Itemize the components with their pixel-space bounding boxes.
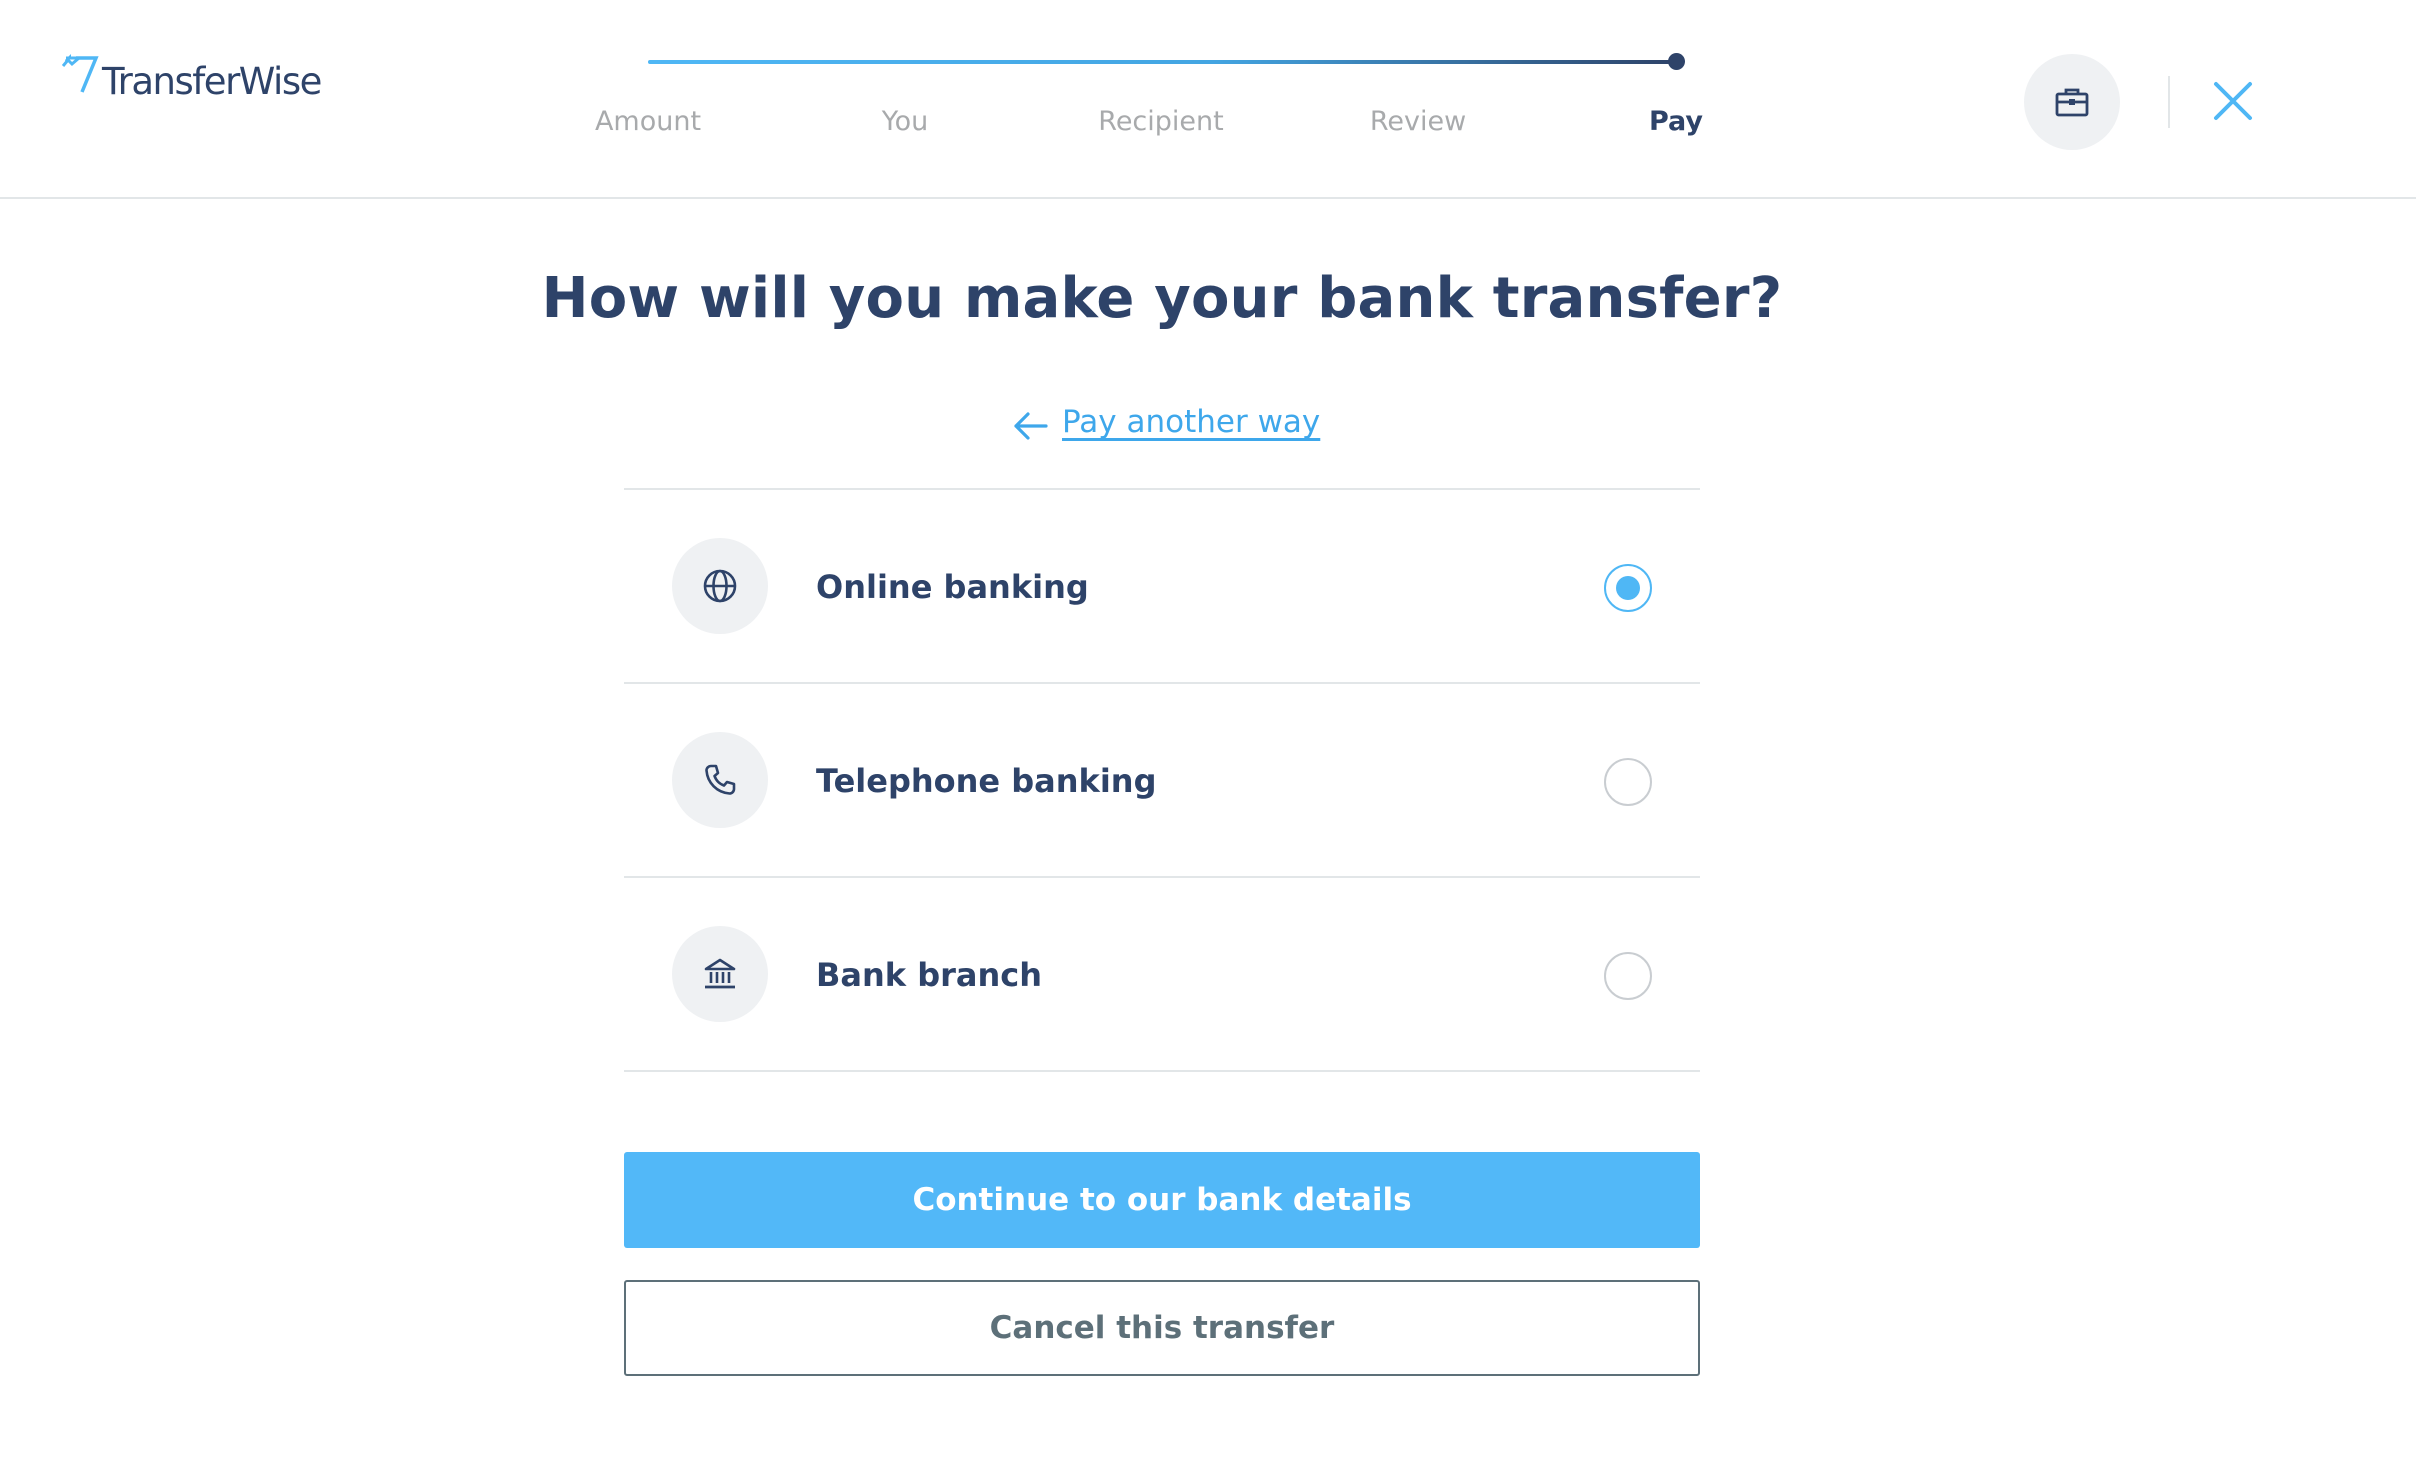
step-you[interactable]: You bbox=[805, 106, 1005, 137]
pay-another-way-link[interactable]: Pay another way bbox=[1012, 398, 1320, 446]
bank-icon bbox=[704, 958, 736, 989]
stepper-current-dot bbox=[1668, 53, 1685, 70]
option-label: Telephone banking bbox=[816, 762, 1157, 800]
radio-online-banking[interactable] bbox=[1604, 564, 1652, 612]
option-online-banking[interactable]: Online banking bbox=[624, 490, 1700, 684]
option-label: Bank branch bbox=[816, 956, 1042, 994]
step-review[interactable]: Review bbox=[1318, 106, 1518, 137]
arrow-left-icon bbox=[1014, 412, 1048, 440]
radio-telephone-banking[interactable] bbox=[1604, 758, 1652, 806]
stepper-progress-track bbox=[648, 60, 1674, 64]
option-icon-circle bbox=[672, 926, 768, 1022]
step-recipient[interactable]: Recipient bbox=[1061, 106, 1261, 137]
brand-name: TransferWise bbox=[102, 60, 322, 103]
option-icon-circle bbox=[672, 732, 768, 828]
close-icon bbox=[2214, 82, 2252, 120]
radio-bank-branch[interactable] bbox=[1604, 952, 1652, 1000]
cancel-transfer-button[interactable]: Cancel this transfer bbox=[624, 1280, 1700, 1376]
pay-another-way-text[interactable]: Pay another way bbox=[1062, 404, 1320, 440]
phone-icon bbox=[705, 764, 736, 795]
option-telephone-banking[interactable]: Telephone banking bbox=[624, 684, 1700, 878]
business-account-button[interactable] bbox=[2024, 54, 2120, 150]
step-amount[interactable]: Amount bbox=[548, 106, 748, 137]
option-bank-branch[interactable]: Bank branch bbox=[624, 878, 1700, 1072]
step-pay: Pay bbox=[1648, 106, 1704, 137]
continue-button[interactable]: Continue to our bank details bbox=[624, 1152, 1700, 1248]
header-divider bbox=[2168, 76, 2170, 128]
payment-method-list: Online banking Telephone banking Bank br… bbox=[624, 488, 1700, 1072]
option-label: Online banking bbox=[816, 568, 1089, 606]
close-button[interactable] bbox=[2210, 78, 2256, 124]
transferwise-flag-icon bbox=[62, 54, 99, 93]
transferwise-logo[interactable]: TransferWise bbox=[62, 52, 322, 104]
option-icon-circle bbox=[672, 538, 768, 634]
progress-stepper: Amount You Recipient Review Pay bbox=[560, 40, 1703, 150]
globe-icon bbox=[703, 569, 737, 603]
page-title: How will you make your bank transfer? bbox=[541, 266, 1783, 331]
top-header: TransferWise Amount You Recipient Review… bbox=[0, 0, 2416, 199]
briefcase-icon bbox=[2055, 88, 2089, 117]
